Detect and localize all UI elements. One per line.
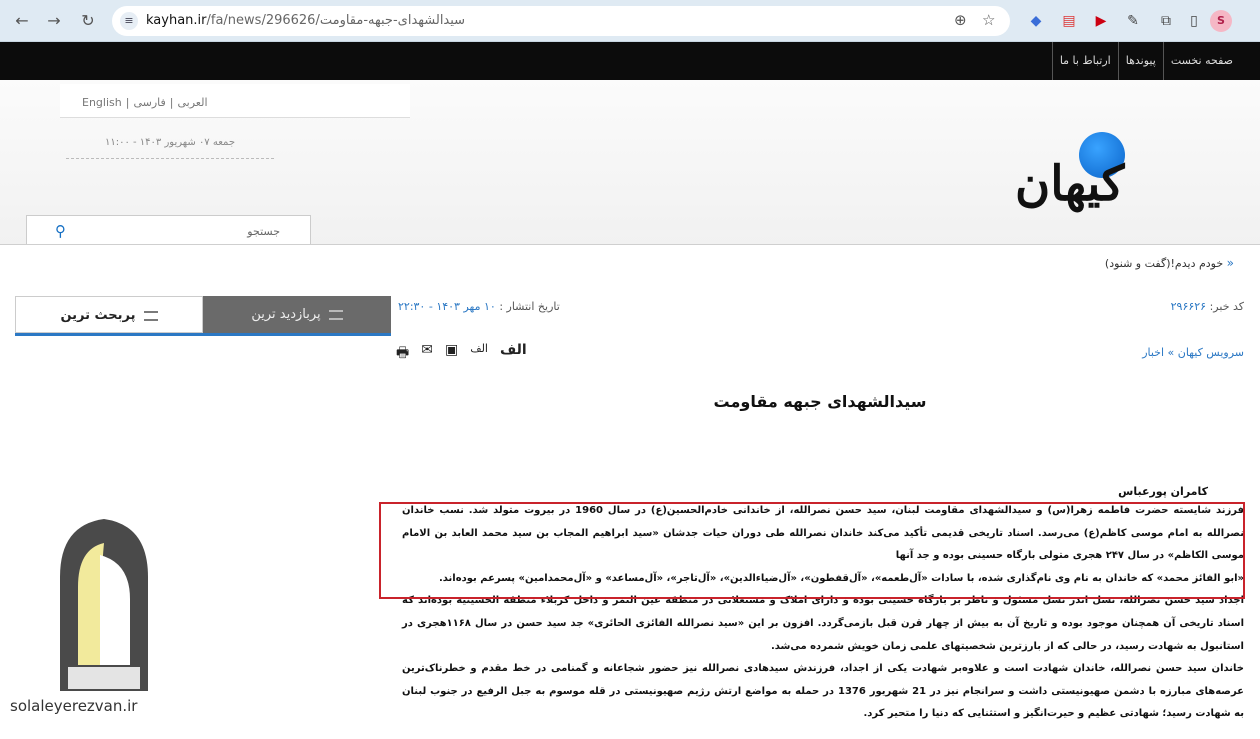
publish-date-value: ۱۰ مهر ۱۴۰۳ - ۲۲:۳۰ [398, 300, 496, 313]
news-code-label: کد خبر: [1209, 300, 1244, 313]
extension-icon[interactable]: ✎ [1122, 10, 1144, 32]
extension-icon[interactable]: ◆ [1025, 10, 1047, 32]
tab-most-discussed[interactable]: پربحث ترین [15, 296, 203, 333]
lang-persian[interactable]: فارسی [129, 96, 169, 109]
language-bar: English | العربی|فارسی [60, 84, 410, 118]
nav-home[interactable]: صفحه نخست [1162, 42, 1240, 80]
bookmark-star-icon[interactable]: ☆ [982, 11, 995, 29]
breadcrumb-text: خودم دیدم!(گفت و شنود) [1104, 257, 1224, 270]
site-header: English | العربی|فارسی جمعه ۰۷ شهریور ۱۴۰۳… [0, 80, 1260, 245]
news-code: کد خبر: ۲۹۶۶۲۶ [1171, 300, 1244, 313]
lang-arabic[interactable]: العربی [173, 96, 211, 109]
extensions-puzzle-icon[interactable]: ⧉ [1155, 10, 1177, 32]
save-icon[interactable]: ▣ [445, 342, 458, 366]
logo-text: کیهان [1015, 156, 1125, 212]
double-chevron-icon: « [1226, 256, 1234, 270]
site-info-icon[interactable]: ≡ [120, 12, 138, 30]
email-icon[interactable]: ✉ [421, 342, 433, 366]
publish-date-label: تاریخ انتشار : [499, 300, 560, 313]
publish-date: تاریخ انتشار : ۱۰ مهر ۱۴۰۳ - ۲۲:۳۰ [398, 300, 560, 313]
article-tools: 🖶 ✉ ▣ الف الف [396, 342, 527, 366]
top-nav-bar: صفحه نخست پیوندها ارتباط با ما [0, 42, 1260, 80]
watermark-logo [60, 519, 148, 691]
site-logo[interactable]: کیهان [1015, 132, 1145, 212]
tab-most-viewed-label: پربازدید ترین [251, 307, 321, 322]
header-date: جمعه ۰۷ شهریور ۱۴۰۳ - ۱۱:۰۰ [66, 137, 274, 159]
search-label: جستجو [247, 225, 280, 238]
watermark-url: solaleyerezvan.ir [10, 697, 138, 715]
reload-icon[interactable]: ↻ [76, 9, 100, 33]
nav-contact[interactable]: ارتباط با ما [1051, 42, 1118, 80]
sidebar-tabs: پربازدید ترین پربحث ترین [15, 296, 391, 336]
url-text[interactable]: kayhan.ir/fa/news/296626/سیدالشهدای-جبهه… [146, 13, 465, 28]
zoom-icon[interactable]: ⊕ [954, 11, 967, 29]
extension-icon[interactable]: ▤ [1058, 10, 1080, 32]
lang-english[interactable]: English [78, 96, 126, 109]
nav-links[interactable]: پیوندها [1117, 42, 1163, 80]
address-bar[interactable]: ≡ kayhan.ir/fa/news/296626/سیدالشهدای-جب… [112, 6, 1010, 36]
url-path: /fa/news/296626/سیدالشهدای-جبهه-مقاومت [206, 13, 466, 28]
paragraph: خاندان سید حسن نصرالله، خاندان شهادت است… [402, 663, 1244, 720]
browser-toolbar: ← → ↻ ≡ kayhan.ir/fa/news/296626/سیدالشه… [0, 0, 1260, 42]
highlight-box [379, 502, 1245, 599]
header-divider [0, 244, 1260, 245]
font-increase-button[interactable]: الف [500, 342, 527, 366]
news-code-value: ۲۹۶۶۲۶ [1170, 300, 1207, 313]
extension-icon[interactable]: ▶ [1090, 10, 1112, 32]
list-icon [143, 310, 158, 321]
profile-avatar[interactable]: S [1210, 10, 1232, 32]
paragraph: اجداد سید حسن نصرالله، نسل اندر نسل مسئو… [402, 595, 1244, 652]
forward-icon[interactable]: → [42, 9, 66, 33]
breadcrumb[interactable]: « خودم دیدم!(گفت و شنود) [1105, 256, 1234, 270]
search-tab[interactable]: جستجو ⚲ [26, 215, 311, 245]
article-title: سیدالشهدای جبهه مقاومت [713, 392, 927, 411]
url-domain: kayhan.ir [146, 13, 207, 28]
article-author: کامران پورعباس [1118, 485, 1208, 498]
tab-most-viewed[interactable]: پربازدید ترین [203, 296, 391, 333]
service-breadcrumb[interactable]: سرویس کیهان » اخبار [1142, 346, 1244, 359]
side-panel-icon[interactable]: ▯ [1183, 10, 1205, 32]
search-icon[interactable]: ⚲ [55, 222, 66, 240]
back-icon[interactable]: ← [10, 9, 34, 33]
watermark: solaleyerezvan.ir [8, 515, 188, 739]
print-icon[interactable]: 🖶 [396, 342, 409, 366]
list-icon [328, 309, 343, 320]
font-decrease-button[interactable]: الف [470, 342, 488, 366]
tab-most-discussed-label: پربحث ترین [60, 308, 136, 323]
